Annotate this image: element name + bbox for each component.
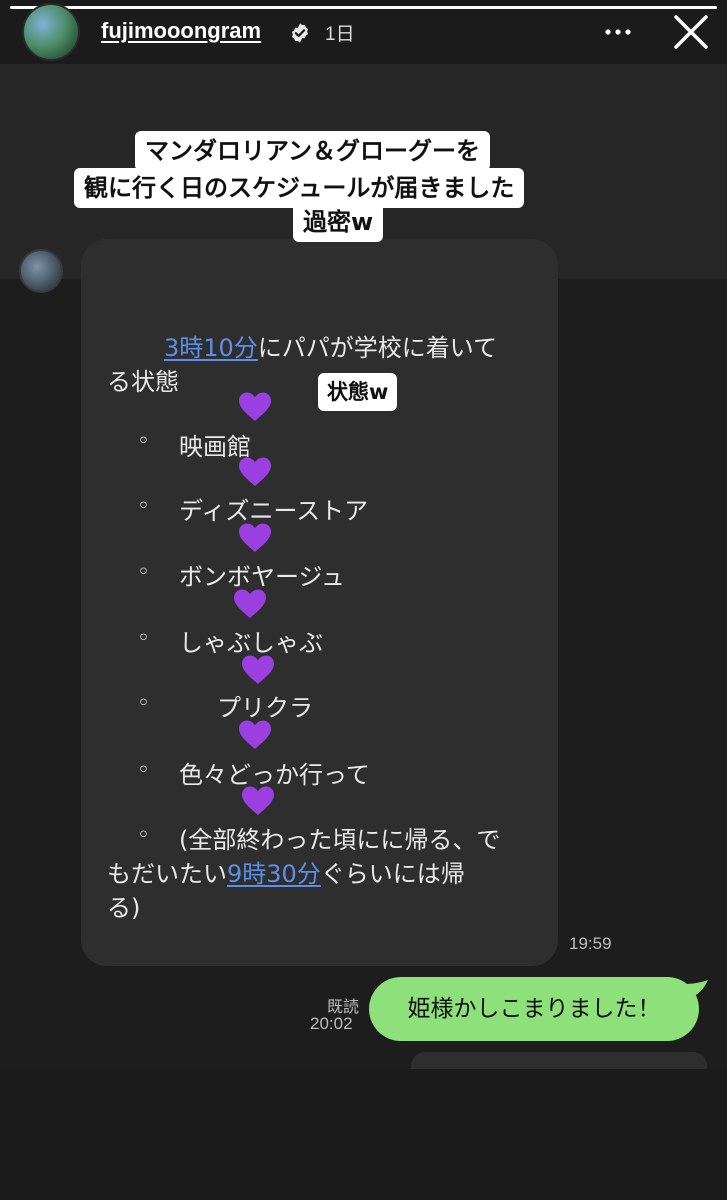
bullet: ◦ xyxy=(137,560,150,585)
story-viewer: fujimooongram 1日 3時10分にパパが学校に着いて る状態 ◦ 映… xyxy=(0,0,727,1200)
purple-heart-icon xyxy=(239,720,271,749)
message-time: 19:59 xyxy=(569,934,612,953)
close-icon[interactable] xyxy=(671,12,711,52)
schedule-item: ボンボヤージュ xyxy=(179,563,345,591)
reply-time: 20:02 xyxy=(310,1014,353,1033)
bullet: ◦ xyxy=(137,691,150,716)
story-progress-bar xyxy=(10,6,717,9)
bottom-area xyxy=(0,1069,727,1200)
bullet: ◦ xyxy=(137,494,150,519)
message-last-line: もだいたい9時30分ぐらいには帰 xyxy=(107,860,465,888)
time-link[interactable]: 9時30分 xyxy=(227,860,321,888)
message-last-line-2: る) xyxy=(107,894,141,922)
message-line-2: る状態 xyxy=(107,368,179,396)
verified-badge-icon xyxy=(291,23,309,43)
bullet: ◦ xyxy=(137,823,150,848)
schedule-item: しゃぶしゃぶ xyxy=(179,629,323,657)
purple-heart-icon xyxy=(239,523,271,552)
bullet: ◦ xyxy=(137,626,150,651)
more-options-icon[interactable] xyxy=(603,21,633,43)
schedule-item: プリクラ xyxy=(217,694,313,722)
post-time: 1日 xyxy=(325,24,355,45)
bullet: ◦ xyxy=(137,429,150,454)
text-sticker: 状態w xyxy=(318,373,398,411)
schedule-item: (全部終わった頃にに帰る、で xyxy=(179,826,501,854)
time-link[interactable]: 3時10分 xyxy=(164,334,258,362)
schedule-item: ディズニーストア xyxy=(179,497,369,525)
message-line-1: 3時10分にパパが学校に着いて xyxy=(164,334,498,362)
purple-heart-icon xyxy=(239,457,271,486)
bullet: ◦ xyxy=(137,758,150,783)
purple-heart-icon xyxy=(234,589,266,618)
purple-heart-icon xyxy=(239,392,271,421)
purple-heart-icon xyxy=(242,786,274,815)
story-header: fujimooongram 1日 xyxy=(0,0,727,64)
sent-message-bubble: 姫様かしこまりました！ xyxy=(369,977,699,1041)
profile-avatar[interactable] xyxy=(22,3,80,61)
caption-line-3: 過密w xyxy=(293,202,384,242)
username[interactable]: fujimooongram xyxy=(101,18,261,44)
purple-heart-icon xyxy=(242,655,274,684)
sender-avatar xyxy=(19,249,63,293)
caption-line-1: マンダロリアン＆グローグーを xyxy=(135,131,491,171)
